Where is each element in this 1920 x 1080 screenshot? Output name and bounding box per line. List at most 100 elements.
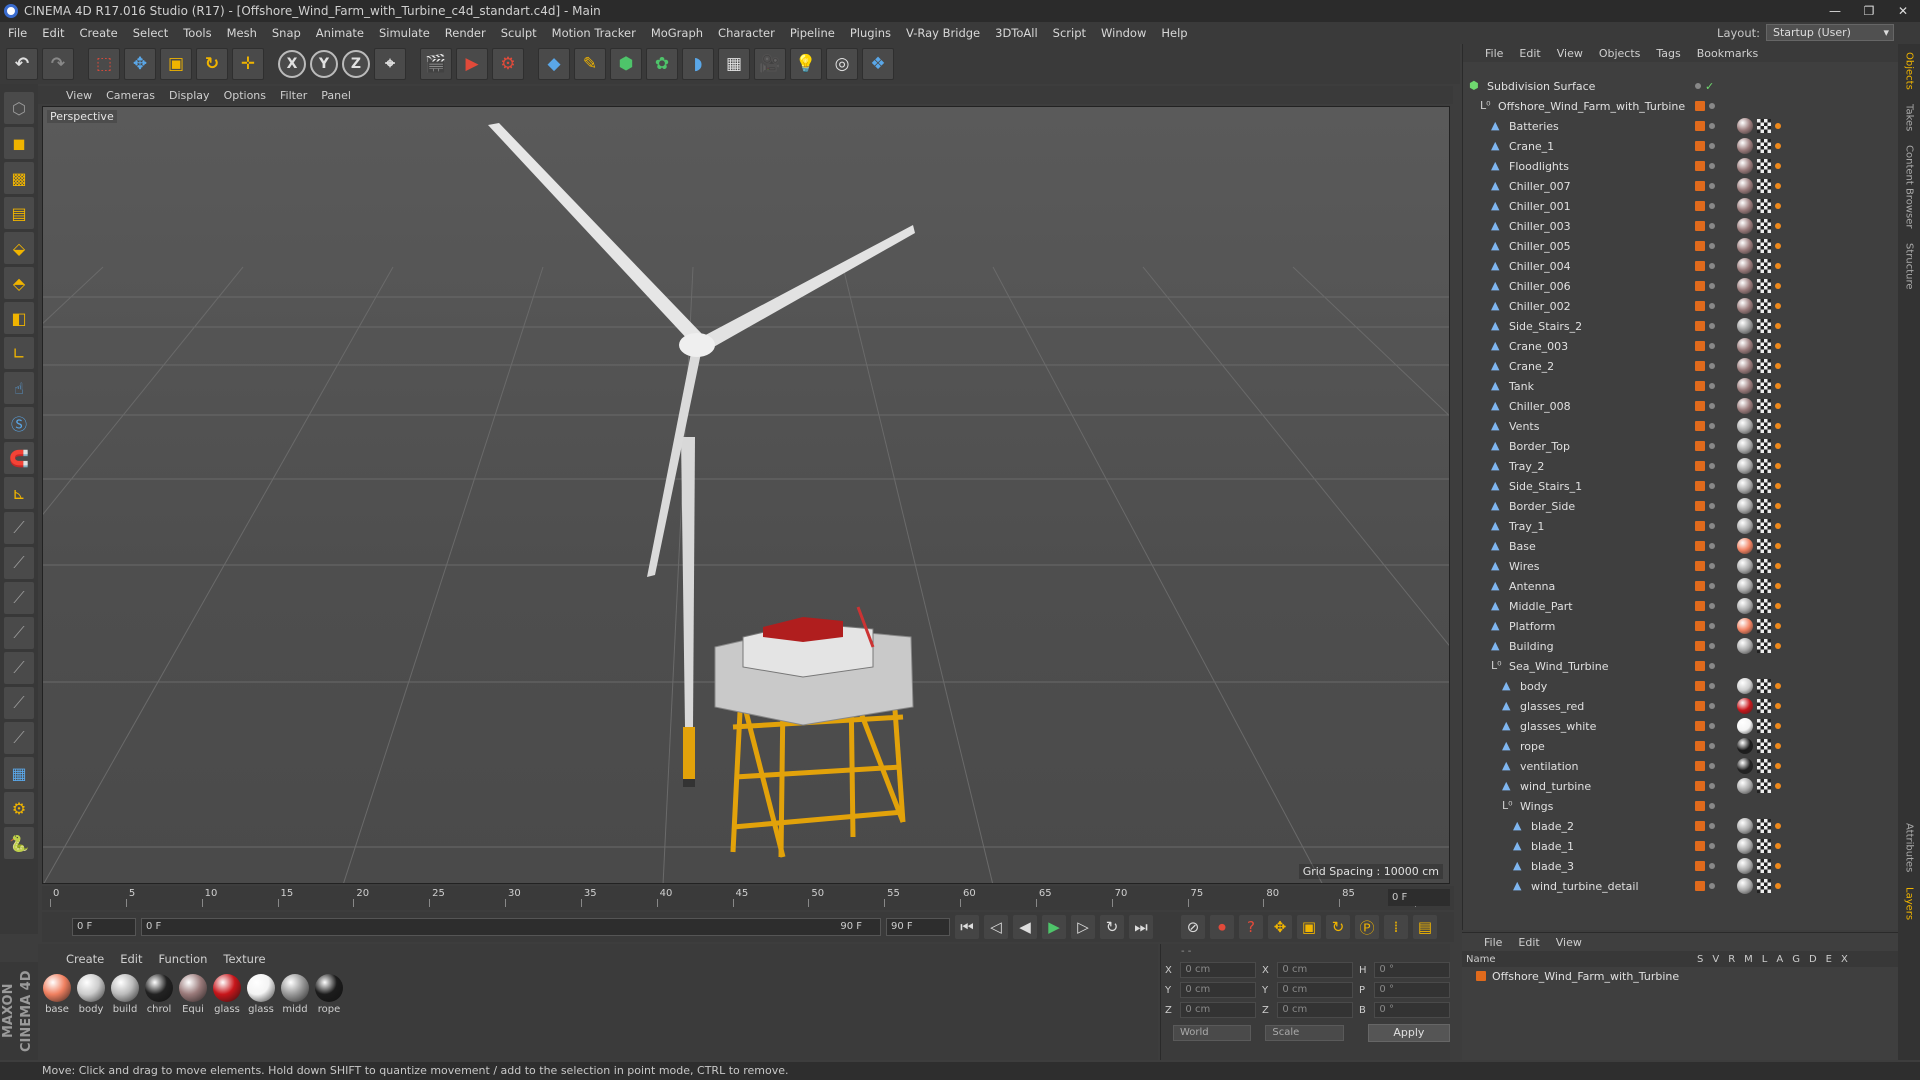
material-tag-icon[interactable] — [1737, 238, 1753, 254]
camera-icon[interactable]: 🎥 — [754, 48, 786, 80]
layer-color-icon[interactable] — [1695, 361, 1705, 371]
layer-color-icon[interactable] — [1695, 101, 1705, 111]
rotate-tool-icon[interactable]: ↻ — [196, 48, 228, 80]
material-tag-icon[interactable] — [1737, 858, 1753, 874]
material-tag-icon[interactable] — [1737, 878, 1753, 894]
axis-x-toggle[interactable]: X — [278, 50, 306, 78]
layer-color-icon[interactable] — [1695, 581, 1705, 591]
visibility-dot-icon[interactable] — [1709, 763, 1715, 769]
spline-tool-icon[interactable]: ⟋ — [4, 652, 34, 684]
visibility-dot-icon[interactable] — [1709, 743, 1715, 749]
phong-tag-icon[interactable] — [1775, 163, 1781, 169]
layer-color-icon[interactable] — [1695, 481, 1705, 491]
menu-v-ray-bridge[interactable]: V-Ray Bridge — [906, 26, 980, 40]
object-row[interactable]: ▲ Chiller_006 — [1463, 276, 1899, 296]
object-row[interactable]: ▲ Floodlights — [1463, 156, 1899, 176]
coord-field-y[interactable]: 0 cm — [1180, 982, 1256, 998]
layer-color-icon[interactable] — [1695, 221, 1705, 231]
material-tag-icon[interactable] — [1737, 138, 1753, 154]
visibility-dot-icon[interactable] — [1709, 723, 1715, 729]
uvw-tag-icon[interactable] — [1757, 339, 1771, 353]
coord-field-b[interactable]: 0 ° — [1374, 1002, 1450, 1018]
layer-color-icon[interactable] — [1695, 381, 1705, 391]
key-position-icon[interactable]: ✥ — [1268, 915, 1292, 939]
visibility-dot-icon[interactable] — [1709, 403, 1715, 409]
visibility-dot-icon[interactable] — [1709, 263, 1715, 269]
prev-frame-icon[interactable]: ◀ — [1013, 915, 1037, 939]
phong-tag-icon[interactable] — [1775, 723, 1781, 729]
menu-pipeline[interactable]: Pipeline — [790, 26, 835, 40]
material-tag-icon[interactable] — [1737, 498, 1753, 514]
visibility-dot-icon[interactable] — [1709, 643, 1715, 649]
viewport-menu-display[interactable]: Display — [169, 89, 210, 102]
object-menu-bookmarks[interactable]: Bookmarks — [1697, 47, 1758, 60]
phong-tag-icon[interactable] — [1775, 843, 1781, 849]
light-icon[interactable]: 💡 — [790, 48, 822, 80]
viewport-menu-cameras[interactable]: Cameras — [106, 89, 155, 102]
menu-mesh[interactable]: Mesh — [227, 26, 257, 40]
uvw-tag-icon[interactable] — [1757, 119, 1771, 133]
minimize-button[interactable]: — — [1818, 0, 1852, 22]
uvw-tag-icon[interactable] — [1757, 499, 1771, 513]
solo-mode-icon[interactable]: ⚙ — [4, 792, 34, 824]
play-forward-icon[interactable]: ▶ — [1042, 915, 1066, 939]
edges-mode-icon[interactable]: ⬘ — [4, 267, 34, 299]
material-swatch[interactable]: glass — [212, 974, 242, 1015]
layer-color-icon[interactable] — [1695, 241, 1705, 251]
autokey-icon[interactable]: ? — [1239, 915, 1263, 939]
object-row[interactable]: ▲ Chiller_007 — [1463, 176, 1899, 196]
object-row[interactable]: ▲ Chiller_008 — [1463, 396, 1899, 416]
layer-color-icon[interactable] — [1695, 201, 1705, 211]
layer-color-icon[interactable] — [1695, 261, 1705, 271]
points-mode-icon[interactable]: ⬙ — [4, 232, 34, 264]
visibility-dot-icon[interactable] — [1709, 843, 1715, 849]
visibility-dot-icon[interactable] — [1709, 443, 1715, 449]
visibility-dot-icon[interactable] — [1709, 183, 1715, 189]
menu-window[interactable]: Window — [1101, 26, 1146, 40]
layer-color-icon[interactable] — [1695, 121, 1705, 131]
coord-field-h[interactable]: 0 ° — [1374, 962, 1450, 978]
close-button[interactable]: ✕ — [1886, 0, 1920, 22]
material-tag-icon[interactable] — [1737, 278, 1753, 294]
phong-tag-icon[interactable] — [1775, 143, 1781, 149]
phong-tag-icon[interactable] — [1775, 443, 1781, 449]
visibility-dot-icon[interactable] — [1709, 563, 1715, 569]
material-tag-icon[interactable] — [1737, 198, 1753, 214]
layer-color-icon[interactable] — [1695, 141, 1705, 151]
object-row[interactable]: ▲ glasses_red — [1463, 696, 1899, 716]
material-tag-icon[interactable] — [1737, 378, 1753, 394]
object-menu-edit[interactable]: Edit — [1519, 47, 1540, 60]
coord-field-p[interactable]: 0 ° — [1374, 982, 1450, 998]
phong-tag-icon[interactable] — [1775, 423, 1781, 429]
current-frame-field[interactable]: 0 F — [1388, 889, 1450, 906]
deformer-icon[interactable]: ◗ — [682, 48, 714, 80]
side-tab-layers[interactable]: Layers — [1904, 887, 1915, 920]
floor-environment-icon[interactable]: ▦ — [718, 48, 750, 80]
phong-tag-icon[interactable] — [1775, 683, 1781, 689]
workplane-icon[interactable]: ⊾ — [4, 477, 34, 509]
uvw-tag-icon[interactable] — [1757, 299, 1771, 313]
material-tag-icon[interactable] — [1737, 478, 1753, 494]
layer-color-icon[interactable] — [1695, 561, 1705, 571]
object-row[interactable]: ▲ Chiller_004 — [1463, 256, 1899, 276]
coord-field-z[interactable]: 0 cm — [1180, 1002, 1256, 1018]
layer-color-icon[interactable] — [1695, 721, 1705, 731]
layer-color-icon[interactable] — [1695, 641, 1705, 651]
material-tag-icon[interactable] — [1737, 738, 1753, 754]
menu-create[interactable]: Create — [80, 26, 118, 40]
layer-color-icon[interactable] — [1695, 401, 1705, 411]
layer-col-x[interactable]: X — [1841, 954, 1848, 965]
menu-character[interactable]: Character — [718, 26, 775, 40]
material-tag-icon[interactable] — [1737, 258, 1753, 274]
object-row[interactable]: ▲ Antenna — [1463, 576, 1899, 596]
phong-tag-icon[interactable] — [1775, 203, 1781, 209]
side-tab-objects[interactable]: Objects — [1904, 52, 1915, 90]
enabled-check-icon[interactable]: ✓ — [1705, 80, 1714, 93]
object-row[interactable]: ▲ Crane_1 — [1463, 136, 1899, 156]
uvw-tag-icon[interactable] — [1757, 439, 1771, 453]
uvw-tag-icon[interactable] — [1757, 579, 1771, 593]
uvw-tag-icon[interactable] — [1757, 739, 1771, 753]
phong-tag-icon[interactable] — [1775, 383, 1781, 389]
material-tag-icon[interactable] — [1737, 158, 1753, 174]
vray-bridge-icon[interactable]: ◎ — [826, 48, 858, 80]
